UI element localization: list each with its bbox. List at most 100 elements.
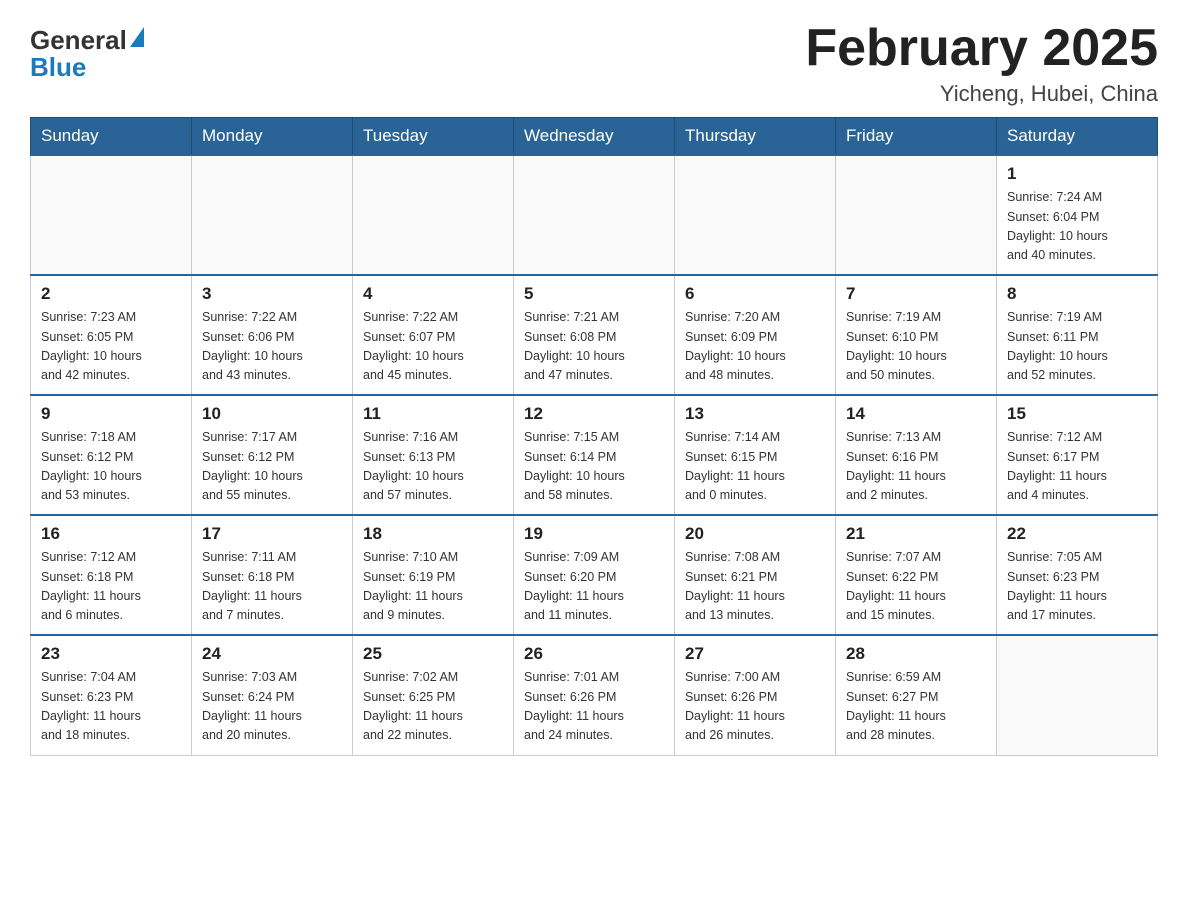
day-info: Sunrise: 7:09 AM Sunset: 6:20 PM Dayligh… [524,548,664,626]
day-info: Sunrise: 7:10 AM Sunset: 6:19 PM Dayligh… [363,548,503,626]
weekday-header-wednesday: Wednesday [514,118,675,156]
calendar-cell: 25 Sunrise: 7:02 AM Sunset: 6:25 PM Dayli… [353,635,514,755]
day-number: 28 [846,644,986,664]
day-info: Sunrise: 7:02 AM Sunset: 6:25 PM Dayligh… [363,668,503,746]
day-number: 10 [202,404,342,424]
calendar-cell: 7 Sunrise: 7:19 AM Sunset: 6:10 PM Daylig… [836,275,997,395]
calendar-week-4: 16 Sunrise: 7:12 AM Sunset: 6:18 PM Dayli… [31,515,1158,635]
day-number: 22 [1007,524,1147,544]
day-number: 15 [1007,404,1147,424]
calendar-cell: 15 Sunrise: 7:12 AM Sunset: 6:17 PM Dayli… [997,395,1158,515]
calendar-table: SundayMondayTuesdayWednesdayThursdayFrid… [30,117,1158,756]
logo-blue-text: Blue [30,52,144,83]
day-info: Sunrise: 7:20 AM Sunset: 6:09 PM Dayligh… [685,308,825,386]
calendar-cell: 27Sunrise: 7:00 AM Sunset: 6:26 PM Dayli… [675,635,836,755]
calendar-cell: 21Sunrise: 7:07 AM Sunset: 6:22 PM Dayli… [836,515,997,635]
weekday-header-saturday: Saturday [997,118,1158,156]
day-info: Sunrise: 7:03 AM Sunset: 6:24 PM Dayligh… [202,668,342,746]
day-number: 11 [363,404,503,424]
calendar-cell: 26 Sunrise: 7:01 AM Sunset: 6:26 PM Dayli… [514,635,675,755]
day-info: Sunrise: 7:19 AM Sunset: 6:11 PM Dayligh… [1007,308,1147,386]
day-info: Sunrise: 7:04 AM Sunset: 6:23 PM Dayligh… [41,668,181,746]
weekday-header-monday: Monday [192,118,353,156]
calendar-cell [836,155,997,275]
day-number: 7 [846,284,986,304]
weekday-header-sunday: Sunday [31,118,192,156]
day-info: Sunrise: 7:21 AM Sunset: 6:08 PM Dayligh… [524,308,664,386]
weekday-header-friday: Friday [836,118,997,156]
calendar-cell: 2 Sunrise: 7:23 AM Sunset: 6:05 PM Daylig… [31,275,192,395]
day-number: 14 [846,404,986,424]
calendar-week-3: 9Sunrise: 7:18 AM Sunset: 6:12 PM Daylig… [31,395,1158,515]
day-number: 18 [363,524,503,544]
calendar-cell [353,155,514,275]
calendar-cell: 4 Sunrise: 7:22 AM Sunset: 6:07 PM Daylig… [353,275,514,395]
day-info: Sunrise: 6:59 AM Sunset: 6:27 PM Dayligh… [846,668,986,746]
calendar-cell [192,155,353,275]
day-number: 8 [1007,284,1147,304]
day-number: 20 [685,524,825,544]
day-info: Sunrise: 7:17 AM Sunset: 6:12 PM Dayligh… [202,428,342,506]
day-number: 6 [685,284,825,304]
day-info: Sunrise: 7:16 AM Sunset: 6:13 PM Dayligh… [363,428,503,506]
calendar-week-2: 2 Sunrise: 7:23 AM Sunset: 6:05 PM Daylig… [31,275,1158,395]
calendar-cell [31,155,192,275]
page-header: General Blue February 2025 Yicheng, Hube… [30,20,1158,107]
day-number: 17 [202,524,342,544]
day-info: Sunrise: 7:05 AM Sunset: 6:23 PM Dayligh… [1007,548,1147,626]
day-number: 5 [524,284,664,304]
day-number: 2 [41,284,181,304]
calendar-cell: 10 Sunrise: 7:17 AM Sunset: 6:12 PM Dayli… [192,395,353,515]
day-info: Sunrise: 7:07 AM Sunset: 6:22 PM Dayligh… [846,548,986,626]
day-info: Sunrise: 7:12 AM Sunset: 6:17 PM Dayligh… [1007,428,1147,506]
calendar-cell: 8 Sunrise: 7:19 AM Sunset: 6:11 PM Daylig… [997,275,1158,395]
day-info: Sunrise: 7:13 AM Sunset: 6:16 PM Dayligh… [846,428,986,506]
calendar-cell: 18 Sunrise: 7:10 AM Sunset: 6:19 PM Dayli… [353,515,514,635]
day-number: 13 [685,404,825,424]
day-number: 26 [524,644,664,664]
weekday-header-thursday: Thursday [675,118,836,156]
day-number: 16 [41,524,181,544]
title-section: February 2025 Yicheng, Hubei, China [805,20,1158,107]
logo-triangle-icon [130,27,144,47]
logo: General Blue [30,25,144,83]
calendar-cell: 20 Sunrise: 7:08 AM Sunset: 6:21 PM Dayli… [675,515,836,635]
calendar-cell: 5 Sunrise: 7:21 AM Sunset: 6:08 PM Daylig… [514,275,675,395]
calendar-cell [997,635,1158,755]
calendar-cell [514,155,675,275]
day-number: 23 [41,644,181,664]
calendar-cell: 1Sunrise: 7:24 AM Sunset: 6:04 PM Daylig… [997,155,1158,275]
calendar-cell: 9Sunrise: 7:18 AM Sunset: 6:12 PM Daylig… [31,395,192,515]
calendar-cell: 14 Sunrise: 7:13 AM Sunset: 6:16 PM Dayli… [836,395,997,515]
day-info: Sunrise: 7:15 AM Sunset: 6:14 PM Dayligh… [524,428,664,506]
day-info: Sunrise: 7:00 AM Sunset: 6:26 PM Dayligh… [685,668,825,746]
calendar-cell: 23 Sunrise: 7:04 AM Sunset: 6:23 PM Dayli… [31,635,192,755]
day-info: Sunrise: 7:19 AM Sunset: 6:10 PM Dayligh… [846,308,986,386]
day-number: 9 [41,404,181,424]
day-info: Sunrise: 7:01 AM Sunset: 6:26 PM Dayligh… [524,668,664,746]
calendar-cell: 12Sunrise: 7:15 AM Sunset: 6:14 PM Dayli… [514,395,675,515]
calendar-title: February 2025 [805,20,1158,77]
calendar-cell: 16 Sunrise: 7:12 AM Sunset: 6:18 PM Dayli… [31,515,192,635]
day-number: 3 [202,284,342,304]
day-info: Sunrise: 7:23 AM Sunset: 6:05 PM Dayligh… [41,308,181,386]
calendar-week-5: 23 Sunrise: 7:04 AM Sunset: 6:23 PM Dayli… [31,635,1158,755]
calendar-cell [675,155,836,275]
day-number: 25 [363,644,503,664]
day-number: 1 [1007,164,1147,184]
day-info: Sunrise: 7:14 AM Sunset: 6:15 PM Dayligh… [685,428,825,506]
calendar-week-1: 1Sunrise: 7:24 AM Sunset: 6:04 PM Daylig… [31,155,1158,275]
day-info: Sunrise: 7:22 AM Sunset: 6:06 PM Dayligh… [202,308,342,386]
weekday-header-row: SundayMondayTuesdayWednesdayThursdayFrid… [31,118,1158,156]
day-number: 24 [202,644,342,664]
calendar-cell: 24 Sunrise: 7:03 AM Sunset: 6:24 PM Dayli… [192,635,353,755]
calendar-cell: 17Sunrise: 7:11 AM Sunset: 6:18 PM Dayli… [192,515,353,635]
logo-wordmark: General Blue [30,25,144,83]
day-info: Sunrise: 7:22 AM Sunset: 6:07 PM Dayligh… [363,308,503,386]
calendar-cell: 22 Sunrise: 7:05 AM Sunset: 6:23 PM Dayli… [997,515,1158,635]
day-info: Sunrise: 7:12 AM Sunset: 6:18 PM Dayligh… [41,548,181,626]
day-number: 4 [363,284,503,304]
calendar-cell: 13 Sunrise: 7:14 AM Sunset: 6:15 PM Dayli… [675,395,836,515]
day-info: Sunrise: 7:08 AM Sunset: 6:21 PM Dayligh… [685,548,825,626]
day-number: 19 [524,524,664,544]
